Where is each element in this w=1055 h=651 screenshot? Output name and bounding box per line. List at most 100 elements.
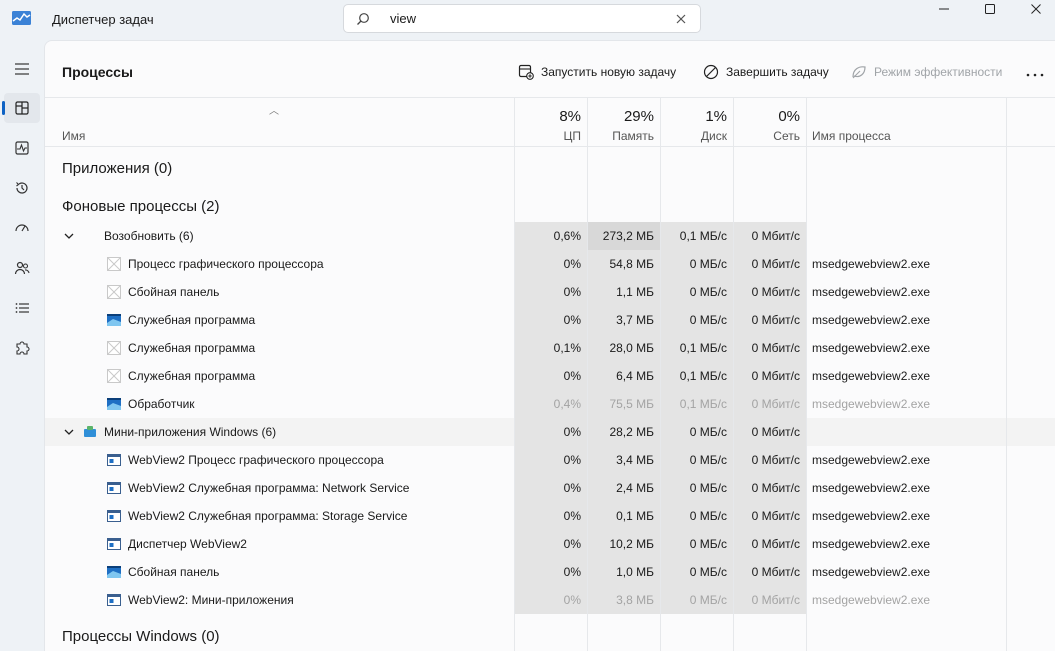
process-image-name: msedgewebview2.exe — [812, 537, 931, 551]
table-row[interactable]: Диспетчер WebView2 0% 10,2 МБ 0 МБ/с 0 М… — [45, 530, 1055, 558]
processes-panel: Процессы Запустить новую задачу Завершит… — [44, 40, 1055, 651]
section-background-processes[interactable]: Фоновые процессы (2) — [62, 198, 220, 215]
history-icon — [16, 182, 28, 194]
table-row[interactable]: Сбойная панель 0% 1,1 МБ 0 МБ/с 0 Мбит/с… — [45, 278, 1055, 306]
memory-cell: 273,2 МБ — [587, 222, 660, 250]
table-row[interactable]: WebView2 Служебная программа: Storage Se… — [45, 502, 1055, 530]
nav-users[interactable] — [4, 253, 40, 283]
table-row[interactable]: WebView2 Процесс графического процессора… — [45, 446, 1055, 474]
column-divider — [660, 147, 661, 651]
column-header-memory[interactable]: 29% Память — [587, 98, 660, 147]
search-input[interactable]: view — [390, 11, 416, 26]
cpu-cell: 0% — [514, 502, 587, 530]
close-button[interactable] — [1013, 0, 1055, 18]
process-image-name: msedgewebview2.exe — [812, 257, 931, 271]
disk-cell: 0,1 МБ/с — [660, 362, 733, 390]
process-image-name: msedgewebview2.exe — [812, 341, 931, 355]
leaf-icon — [852, 66, 866, 79]
process-image-name: msedgewebview2.exe — [812, 565, 931, 579]
table-row[interactable]: Обработчик 0,4% 75,5 МБ 0,1 МБ/с 0 Мбит/… — [45, 390, 1055, 418]
chevron-down-icon[interactable] — [63, 230, 75, 242]
more-ellipsis-icon — [1026, 73, 1044, 77]
process-name: Сбойная панель — [128, 285, 220, 299]
left-navigation — [0, 40, 44, 651]
process-name-label: Имя процесса — [812, 129, 891, 143]
hamburger-icon — [15, 63, 29, 75]
group-name: Мини-приложения Windows (6) — [104, 425, 277, 439]
disk-cell: 0 МБ/с — [660, 278, 733, 306]
efficiency-mode-button[interactable]: Режим эффективности — [851, 61, 1002, 83]
process-image-name: msedgewebview2.exe — [812, 369, 931, 383]
table-row[interactable]: WebView2 Служебная программа: Network Se… — [45, 474, 1055, 502]
group-row-resume[interactable]: Возобновить (6) 0,6% 273,2 МБ 0,1 МБ/с 0… — [45, 222, 1055, 250]
nav-performance[interactable] — [4, 133, 40, 163]
details-list-icon — [15, 303, 29, 313]
cpu-total-percent: 8% — [559, 108, 581, 125]
window-app-icon — [107, 594, 121, 606]
process-name: WebView2 Служебная программа: Network Se… — [128, 481, 410, 495]
blank-window-icon — [107, 257, 121, 271]
process-name: WebView2 Процесс графического процессора — [128, 453, 384, 467]
chevron-down-icon[interactable] — [63, 426, 75, 438]
memory-label: Память — [612, 129, 654, 143]
window-app-icon — [107, 454, 121, 466]
process-name: Служебная программа — [128, 341, 256, 355]
table-row[interactable]: Служебная программа 0,1% 28,0 МБ 0,1 МБ/… — [45, 334, 1055, 362]
nav-app-history[interactable] — [4, 173, 40, 203]
column-header-network[interactable]: 0% Сеть — [733, 98, 806, 147]
blank-window-icon — [107, 341, 121, 355]
cpu-cell: 0% — [514, 362, 587, 390]
nav-details[interactable] — [4, 293, 40, 323]
table-row[interactable]: Процесс графического процессора 0% 54,8 … — [45, 250, 1055, 278]
nav-services[interactable] — [4, 333, 40, 363]
processes-icon — [15, 101, 29, 115]
search-box[interactable]: view — [343, 4, 701, 33]
process-name: Обработчик — [128, 397, 195, 411]
cpu-cell: 0% — [514, 278, 587, 306]
table-row[interactable]: Сбойная панель 0% 1,0 МБ 0 МБ/с 0 Мбит/с… — [45, 558, 1055, 586]
run-new-task-label: Запустить новую задачу — [541, 65, 677, 79]
blank-window-icon — [107, 369, 121, 383]
table-row[interactable]: Служебная программа 0% 6,4 МБ 0,1 МБ/с 0… — [45, 362, 1055, 390]
column-divider — [806, 147, 807, 651]
end-task-button[interactable]: Завершить задачу — [703, 61, 829, 83]
table-row[interactable]: WebView2: Мини-приложения 0% 3,8 МБ 0 МБ… — [45, 586, 1055, 614]
minimize-button[interactable] — [921, 0, 967, 18]
section-apps[interactable]: Приложения (0) — [62, 160, 172, 177]
users-icon — [14, 261, 30, 275]
more-options-button[interactable] — [1026, 65, 1044, 83]
cpu-cell: 0% — [514, 306, 587, 334]
process-name: Процесс графического процессора — [128, 257, 324, 271]
section-windows-processes[interactable]: Процессы Windows (0) — [62, 628, 220, 645]
nav-startup-apps[interactable] — [4, 213, 40, 243]
cpu-cell: 0% — [514, 586, 587, 614]
sort-up-icon[interactable]: ︿ — [269, 102, 279, 117]
memory-cell: 0,1 МБ — [587, 502, 660, 530]
window-app-icon — [107, 482, 121, 494]
column-header-cpu[interactable]: 8% ЦП — [514, 98, 587, 147]
run-new-task-button[interactable]: Запустить новую задачу — [518, 61, 676, 83]
nav-menu-button[interactable] — [4, 54, 40, 84]
network-cell: 0 Мбит/с — [733, 502, 806, 530]
disk-cell: 0 МБ/с — [660, 446, 733, 474]
disk-cell: 0 МБ/с — [660, 474, 733, 502]
clear-search-icon[interactable] — [674, 12, 688, 26]
network-cell: 0 Мбит/с — [733, 418, 806, 446]
app-title: Диспетчер задач — [52, 12, 154, 27]
group-row-windows-widgets[interactable]: Мини-приложения Windows (6) 0% 28,2 МБ 0… — [45, 418, 1055, 446]
disk-cell: 0 МБ/с — [660, 558, 733, 586]
new-task-icon — [518, 64, 534, 80]
efficiency-mode-label: Режим эффективности — [874, 65, 1003, 79]
column-header-name[interactable]: Имя — [62, 129, 85, 143]
maximize-button[interactable] — [967, 0, 1013, 18]
webview-app-icon — [107, 398, 121, 410]
table-row[interactable]: Служебная программа 0% 3,7 МБ 0 МБ/с 0 М… — [45, 306, 1055, 334]
column-header-disk[interactable]: 1% Диск — [660, 98, 733, 147]
nav-processes[interactable] — [2, 93, 40, 123]
network-total-percent: 0% — [778, 108, 800, 125]
search-icon — [357, 13, 369, 25]
process-image-name: msedgewebview2.exe — [812, 453, 931, 467]
webview-app-icon — [107, 314, 121, 326]
network-cell: 0 Мбит/с — [733, 362, 806, 390]
minimize-icon — [939, 8, 949, 10]
